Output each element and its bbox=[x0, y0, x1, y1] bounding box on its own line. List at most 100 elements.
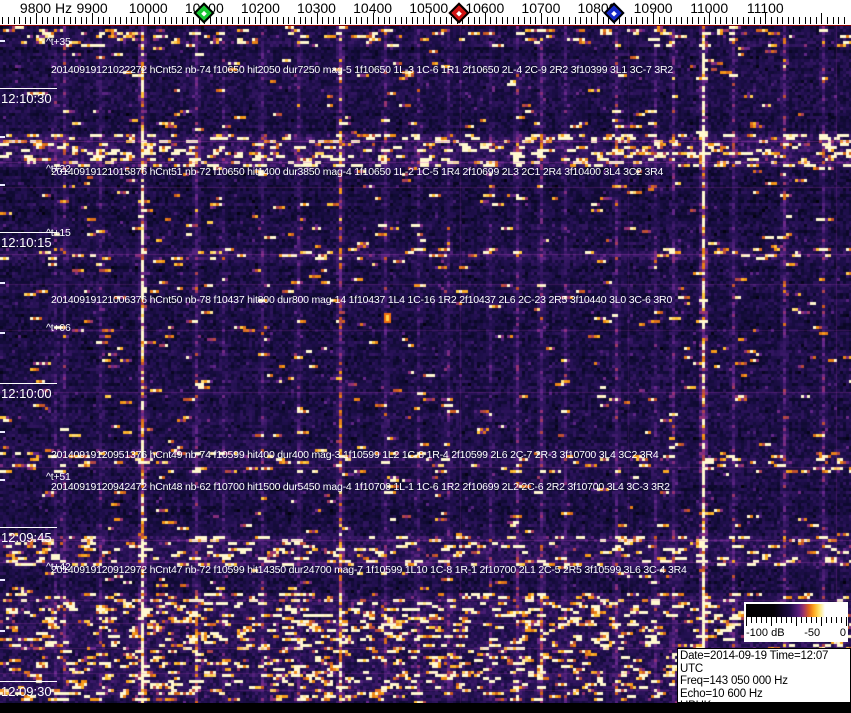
freq-minor-tick bbox=[333, 17, 335, 24]
colorbar-tick bbox=[761, 617, 762, 623]
freq-minor-tick bbox=[193, 17, 195, 24]
colorbar-tick bbox=[806, 617, 807, 623]
colorbar-tick bbox=[811, 617, 812, 623]
freq-minor-tick bbox=[41, 17, 43, 24]
freq-minor-tick bbox=[52, 17, 54, 24]
freq-minor-tick bbox=[181, 17, 183, 24]
freq-minor-tick bbox=[86, 17, 88, 24]
freq-minor-tick bbox=[580, 17, 582, 24]
spectrogram-canvas bbox=[0, 26, 851, 703]
freq-minor-tick bbox=[114, 17, 116, 24]
freq-minor-tick bbox=[294, 17, 296, 24]
freq-minor-tick bbox=[215, 17, 217, 24]
info-frequency: Freq=143 050 000 Hz bbox=[680, 675, 788, 687]
freq-minor-tick bbox=[552, 17, 554, 24]
freq-minor-tick bbox=[322, 17, 324, 24]
freq-minor-tick bbox=[125, 17, 127, 24]
info-box: Date=2014-09-19 Time=12:07 UTC Freq=143 … bbox=[677, 648, 851, 712]
colorbar-tick bbox=[821, 617, 822, 626]
colorbar-tick bbox=[836, 617, 837, 623]
freq-minor-tick bbox=[271, 17, 273, 24]
freq-minor-tick bbox=[669, 17, 671, 24]
freq-minor-tick bbox=[647, 17, 649, 24]
freq-minor-tick bbox=[473, 17, 475, 24]
freq-minor-tick bbox=[159, 17, 161, 24]
freq-minor-tick bbox=[804, 17, 806, 24]
info-date-time: Date=2014-09-19 Time=12:07 UTC bbox=[680, 650, 829, 675]
freq-minor-tick bbox=[692, 17, 694, 24]
freq-minor-tick bbox=[748, 17, 750, 24]
freq-minor-tick bbox=[305, 17, 307, 24]
freq-tick-label: 9800 Hz bbox=[19, 0, 73, 16]
colorbar-tick bbox=[816, 617, 817, 623]
freq-minor-tick bbox=[507, 17, 509, 24]
freq-minor-tick bbox=[445, 17, 447, 24]
colorbar-label-max: 0 bbox=[839, 627, 846, 639]
freq-minor-tick bbox=[243, 17, 245, 24]
freq-minor-tick bbox=[782, 17, 784, 24]
colorbar-tick bbox=[781, 617, 782, 623]
freq-minor-tick bbox=[254, 17, 256, 24]
freq-minor-tick bbox=[759, 17, 761, 24]
freq-minor-tick bbox=[518, 17, 520, 24]
colorbar-label-min: -100 dB bbox=[746, 627, 785, 639]
freq-minor-tick bbox=[226, 17, 228, 24]
freq-tick-label: 9900 bbox=[76, 0, 108, 16]
colorbar-tick bbox=[776, 617, 777, 623]
freq-minor-tick bbox=[120, 17, 122, 24]
freq-minor-tick bbox=[776, 17, 778, 24]
freq-minor-tick bbox=[742, 17, 744, 24]
freq-minor-tick bbox=[591, 17, 593, 24]
freq-minor-tick bbox=[108, 17, 110, 24]
freq-minor-tick bbox=[737, 17, 739, 24]
freq-minor-tick bbox=[787, 17, 789, 24]
freq-minor-tick bbox=[770, 17, 772, 24]
freq-minor-tick bbox=[602, 17, 604, 24]
colorbar-tick bbox=[786, 617, 787, 623]
freq-minor-tick bbox=[58, 17, 60, 24]
freq-minor-tick bbox=[75, 17, 77, 24]
freq-minor-tick bbox=[810, 17, 812, 24]
freq-minor-tick bbox=[344, 17, 346, 24]
freq-minor-tick bbox=[686, 17, 688, 24]
freq-minor-tick bbox=[557, 17, 559, 24]
freq-minor-tick bbox=[136, 17, 138, 24]
freq-minor-tick bbox=[389, 17, 391, 24]
freq-minor-tick bbox=[299, 17, 301, 24]
freq-tick-label: 10300 bbox=[297, 0, 336, 16]
freq-minor-tick bbox=[675, 17, 677, 24]
freq-minor-tick bbox=[383, 17, 385, 24]
freq-minor-tick bbox=[658, 17, 660, 24]
freq-minor-tick bbox=[619, 17, 621, 24]
freq-minor-tick bbox=[170, 17, 172, 24]
colorbar-gradient bbox=[746, 604, 846, 617]
colorbar-tick bbox=[801, 617, 802, 623]
freq-minor-tick bbox=[434, 17, 436, 24]
freq-tick-label: 10900 bbox=[633, 0, 673, 16]
colorbar-tick bbox=[831, 617, 832, 623]
freq-minor-tick bbox=[13, 17, 15, 24]
freq-minor-tick bbox=[176, 17, 178, 24]
freq-minor-tick bbox=[439, 17, 441, 24]
freq-minor-tick bbox=[720, 17, 722, 24]
freq-minor-tick bbox=[703, 17, 705, 24]
colorbar-tick bbox=[791, 617, 792, 623]
freq-minor-tick bbox=[153, 17, 155, 24]
freq-minor-tick bbox=[142, 17, 144, 24]
red-diamond-center-dot bbox=[456, 10, 462, 16]
freq-minor-tick bbox=[411, 17, 413, 24]
freq-minor-tick bbox=[529, 17, 531, 24]
freq-minor-tick bbox=[327, 17, 329, 24]
colorbar-tick bbox=[771, 617, 772, 626]
freq-tick-label: 11000 bbox=[690, 0, 729, 16]
freq-tick-label: 10000 bbox=[128, 0, 168, 16]
frequency-ruler: 9800 Hz990010000101001020010300104001050… bbox=[0, 0, 851, 26]
freq-minor-tick bbox=[165, 17, 167, 24]
freq-minor-tick bbox=[585, 17, 587, 24]
freq-minor-tick bbox=[731, 17, 733, 24]
freq-tick-label: 10500 bbox=[409, 0, 449, 16]
freq-minor-tick bbox=[479, 17, 481, 24]
freq-minor-tick bbox=[355, 17, 357, 24]
freq-minor-tick bbox=[47, 17, 49, 24]
freq-tick-label: 10700 bbox=[521, 0, 561, 16]
